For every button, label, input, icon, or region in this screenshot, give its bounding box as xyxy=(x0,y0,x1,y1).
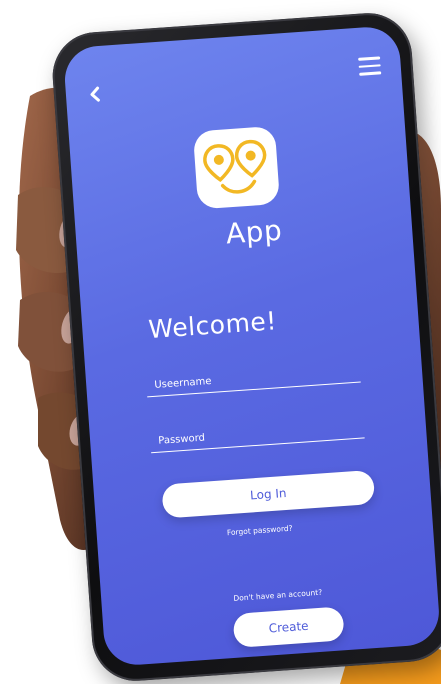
password-input[interactable] xyxy=(149,420,373,448)
back-button[interactable] xyxy=(87,86,106,105)
welcome-heading: Welcome! xyxy=(147,306,278,345)
app-screen: App Welcome! Log In Forgot password? Don… xyxy=(62,25,441,667)
hamburger-menu-icon xyxy=(358,56,381,61)
phone: App Welcome! Log In Forgot password? Don… xyxy=(49,10,441,684)
app-logo xyxy=(192,125,281,210)
stage: App Welcome! Log In Forgot password? Don… xyxy=(0,0,441,684)
username-field xyxy=(145,358,369,398)
menu-line xyxy=(358,63,381,68)
chevron-left-icon xyxy=(90,86,100,102)
no-account-text: Don't have an account? xyxy=(233,587,323,603)
smile-pins-icon xyxy=(203,139,267,194)
app-name: App xyxy=(224,213,284,251)
create-account-button[interactable]: Create xyxy=(232,606,345,648)
menu-line xyxy=(359,71,382,76)
username-input[interactable] xyxy=(146,364,369,392)
password-field xyxy=(149,414,373,454)
login-button[interactable]: Log In xyxy=(161,469,376,519)
menu-button[interactable] xyxy=(358,56,382,76)
forgot-password-link[interactable]: Forgot password? xyxy=(227,524,293,538)
